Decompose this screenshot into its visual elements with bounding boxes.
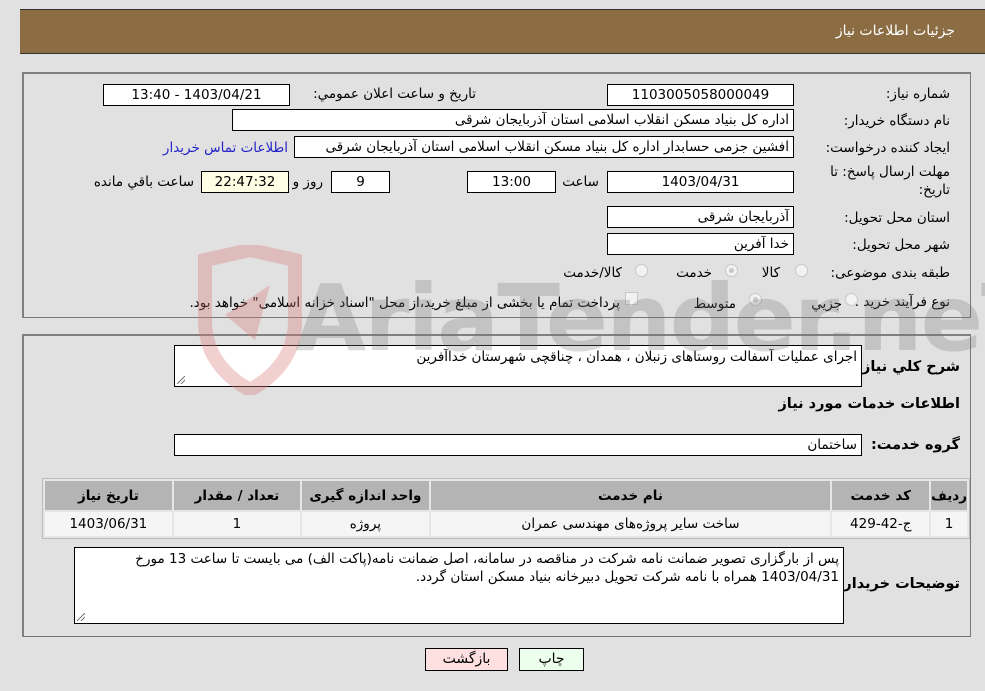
table-row: 1 ج-42-429 ساخت سایر پروژه‌های مهندسی عم…: [45, 512, 967, 536]
need-number-label: شماره نیاز:: [885, 86, 950, 102]
service-group-field[interactable]: ساختمان: [174, 434, 862, 456]
details-panel: شرح کلي نياز: اجرای عملیات آسفالت روستاه…: [22, 334, 971, 637]
table-header-row: ردیف کد خدمت نام خدمت واحد اندازه گیری ت…: [45, 481, 967, 510]
buyer-org-field[interactable]: اداره کل بنیاد مسکن انقلاب اسلامی استان …: [232, 109, 794, 131]
treasury-note: پرداخت تمام یا بخشی از مبلغ خرید،از محل …: [189, 295, 620, 311]
delivery-province-label: استان محل تحویل:: [844, 210, 950, 226]
deadline-time-field[interactable]: 13:00: [467, 171, 556, 193]
process-type-label: نوع فرآیند خرید :: [854, 294, 950, 310]
page-header: جزئیات اطلاعات نیاز: [20, 9, 985, 54]
services-heading: اطلاعات خدمات مورد نیاز: [778, 396, 960, 412]
col-header-row-number: ردیف: [931, 481, 967, 510]
deadline-label-line1: مهلت ارسال پاسخ: تا: [830, 164, 950, 180]
category-label: طبقه بندی موضوعی:: [830, 265, 950, 281]
deadline-label-line2: تاریخ:: [918, 182, 950, 198]
buyer-org-label: نام دستگاه خریدار:: [843, 113, 950, 129]
back-button[interactable]: بازگشت: [425, 648, 508, 671]
category-radio-goods[interactable]: [795, 264, 808, 277]
delivery-city-label: شهر محل تحویل:: [852, 237, 950, 253]
days-remaining-field: 9: [331, 171, 390, 193]
time-remaining-field: 22:47:32: [201, 171, 289, 193]
process-option-minor: جزیي: [811, 296, 842, 312]
buyer-notes-text: پس از بارگزاری تصویر ضمانت نامه شرکت در …: [135, 551, 839, 585]
announce-datetime-label: تاریخ و ساعت اعلان عمومي:: [313, 86, 476, 102]
col-header-unit: واحد اندازه گیری: [302, 481, 429, 510]
cell-need-date: 1403/06/31: [45, 512, 172, 536]
cell-quantity: 1: [173, 512, 301, 536]
category-option-goods: کالا: [761, 265, 780, 281]
deadline-date-field[interactable]: 1403/04/31: [607, 171, 794, 193]
services-table: ردیف کد خدمت نام خدمت واحد اندازه گیری ت…: [42, 478, 970, 539]
process-radio-medium[interactable]: [749, 293, 762, 306]
buyer-contact-link[interactable]: اطلاعات تماس خریدار: [163, 140, 288, 156]
days-label: روز و: [292, 174, 323, 190]
time-remaining-label: ساعت باقي مانده: [93, 174, 194, 190]
summary-textarea[interactable]: اجرای عملیات آسفالت روستاهای زنبلان ، هم…: [174, 345, 862, 387]
buyer-notes-label: توضیحات خریدار:: [837, 576, 960, 592]
need-number-field[interactable]: 1103005058000049: [607, 84, 794, 106]
cell-service-code: ج-42-429: [832, 512, 930, 536]
col-header-service-code: کد خدمت: [832, 481, 930, 510]
announce-datetime-field[interactable]: 1403/04/21 - 13:40: [103, 84, 290, 106]
need-info-panel: شماره نیاز: 1103005058000049 تاریخ و ساع…: [22, 72, 971, 318]
resize-grip-icon[interactable]: [77, 613, 85, 621]
category-option-service: خدمت: [676, 265, 712, 281]
buyer-notes-textarea[interactable]: پس از بارگزاری تصویر ضمانت نامه شرکت در …: [74, 547, 844, 624]
col-header-service-name: نام خدمت: [430, 481, 831, 510]
resize-grip-icon[interactable]: [177, 376, 185, 384]
cell-row-number: 1: [931, 512, 967, 536]
summary-label: شرح کلي نياز:: [856, 359, 960, 375]
process-option-medium: متوسط: [693, 296, 736, 312]
delivery-city-field[interactable]: خدا آفرین: [607, 233, 794, 255]
page-title: جزئیات اطلاعات نیاز: [835, 23, 955, 39]
category-radio-service[interactable]: [725, 264, 738, 277]
col-header-quantity: تعداد / مقدار: [173, 481, 301, 510]
requester-label: ایجاد کننده درخواست:: [825, 140, 950, 156]
cell-service-name: ساخت سایر پروژه‌های مهندسی عمران: [430, 512, 831, 536]
col-header-need-date: تاریخ نیاز: [45, 481, 172, 510]
treasury-checkbox[interactable]: [625, 292, 638, 305]
category-option-goods-service: کالا/خدمت: [563, 265, 622, 281]
process-radio-minor[interactable]: [845, 293, 858, 306]
requester-field[interactable]: افشین جزمی حسابدار اداره کل بنیاد مسکن ا…: [294, 136, 794, 158]
deadline-time-label: ساعت: [562, 174, 599, 190]
delivery-province-field[interactable]: آذربایجان شرقی: [607, 206, 794, 228]
cell-unit: پروژه: [302, 512, 429, 536]
service-group-label: گروه خدمت:: [870, 437, 960, 453]
print-button[interactable]: چاپ: [519, 648, 584, 671]
category-radio-goods-service[interactable]: [635, 264, 648, 277]
summary-text: اجرای عملیات آسفالت روستاهای زنبلان ، هم…: [416, 349, 857, 365]
